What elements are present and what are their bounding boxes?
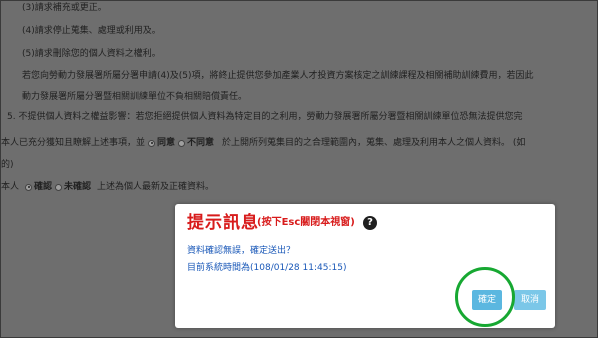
- screenshot-frame: (3)請求補充或更正。 (4)請求停止蒐集、處理或利用及。 (5)請求刪除您的個…: [0, 0, 598, 338]
- dialog-message: 資料確認無誤，確定送出？: [187, 246, 296, 256]
- dialog-esc-hint: (按下Esc關閉本視窗): [257, 217, 355, 228]
- dialog-system-time: 目前系統時間為(108/01/28 11:45:15): [187, 263, 347, 273]
- cancel-button[interactable]: 取消: [514, 290, 546, 310]
- question-circle-icon[interactable]: ?: [363, 216, 377, 230]
- highlight-circle: [455, 267, 515, 327]
- dialog-title: 提示訊息: [187, 213, 259, 233]
